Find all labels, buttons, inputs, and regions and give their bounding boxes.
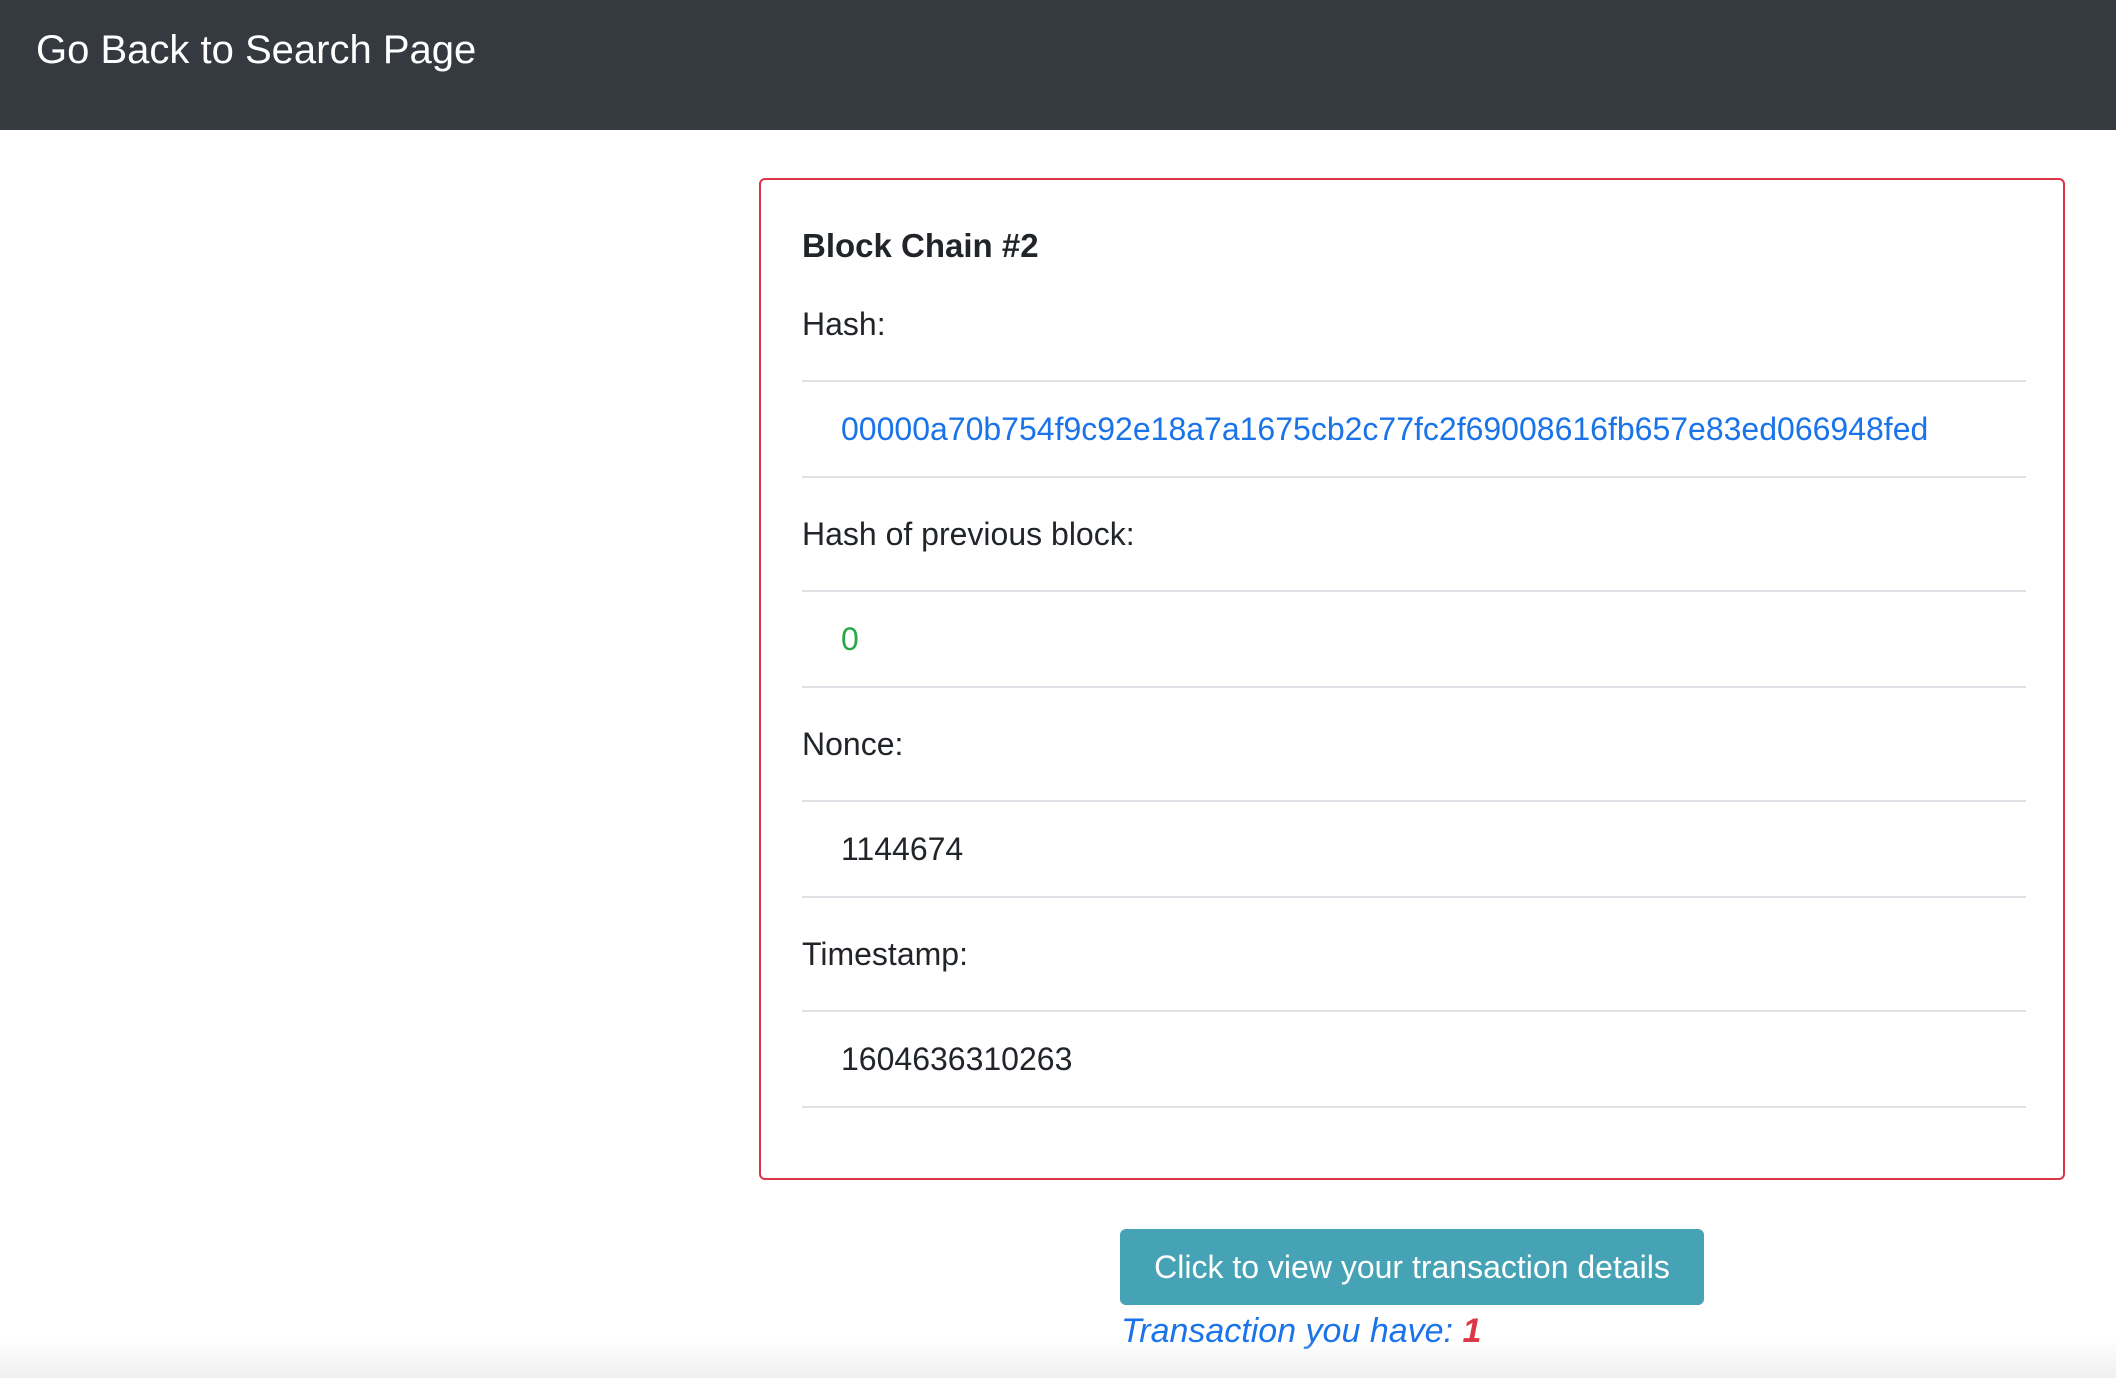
- timestamp-label: Timestamp:: [802, 936, 968, 972]
- timestamp-value: 1604636310263: [841, 1041, 1073, 1077]
- prev-hash-label: Hash of previous block:: [802, 516, 1135, 552]
- back-to-search-link[interactable]: Go Back to Search Page: [36, 26, 476, 74]
- block-card: Block Chain #2 Hash: 00000a70b754f9c92e1…: [759, 178, 2065, 1180]
- top-navbar: Go Back to Search Page: [0, 0, 2116, 130]
- hash-value[interactable]: 00000a70b754f9c92e18a7a1675cb2c77fc2f690…: [841, 409, 1928, 449]
- prev-hash-row: 0: [802, 590, 2026, 688]
- prev-hash-value: 0: [841, 621, 859, 657]
- view-transactions-button[interactable]: Click to view your transaction details: [1120, 1229, 1704, 1305]
- bottom-fade: [0, 1340, 2116, 1378]
- nonce-row: 1144674: [802, 800, 2026, 898]
- hash-row: 00000a70b754f9c92e18a7a1675cb2c77fc2f690…: [802, 380, 2026, 478]
- block-title: Block Chain #2: [802, 227, 1039, 264]
- nonce-label: Nonce:: [802, 726, 904, 762]
- timestamp-row: 1604636310263: [802, 1010, 2026, 1108]
- hash-label: Hash:: [802, 306, 886, 342]
- nonce-value: 1144674: [841, 831, 964, 867]
